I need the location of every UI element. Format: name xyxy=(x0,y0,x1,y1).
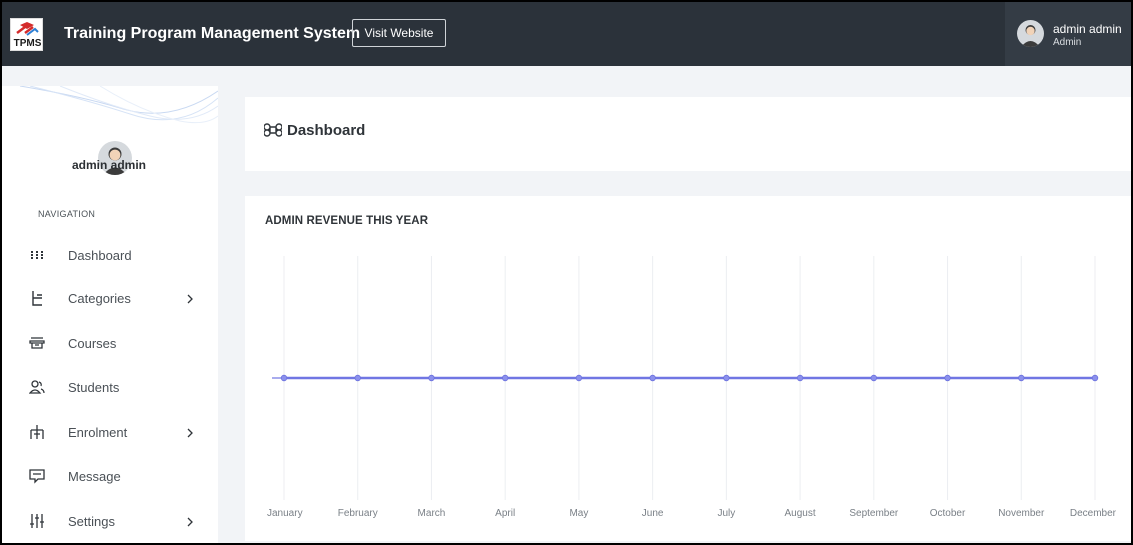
data-point xyxy=(870,374,878,382)
data-point xyxy=(944,374,951,382)
x-tick-label: August xyxy=(785,508,816,519)
data-point xyxy=(1091,374,1099,382)
x-tick-label: June xyxy=(642,508,664,519)
x-axis-labels: January February March April May June July Augu… xyxy=(267,508,1117,519)
data-point xyxy=(575,374,583,382)
x-tick-label: November xyxy=(998,508,1045,519)
x-tick-label: January xyxy=(267,508,303,519)
data-point xyxy=(649,374,656,382)
x-tick-label: May xyxy=(569,508,588,519)
data-point xyxy=(280,374,288,382)
data-point xyxy=(796,374,804,382)
x-tick-label: December xyxy=(1070,508,1117,519)
data-point xyxy=(428,374,435,382)
data-point xyxy=(501,374,509,382)
revenue-line-chart: January February March April May June July Augu… xyxy=(267,256,1117,519)
x-tick-label: April xyxy=(495,508,515,519)
x-tick-label: September xyxy=(849,508,899,519)
x-tick-label: March xyxy=(418,508,446,519)
x-tick-label: July xyxy=(717,508,735,519)
x-tick-label: October xyxy=(930,508,966,519)
x-tick-label: February xyxy=(338,508,378,519)
data-point xyxy=(1018,374,1025,382)
data-point xyxy=(723,374,730,382)
data-point xyxy=(354,374,361,382)
